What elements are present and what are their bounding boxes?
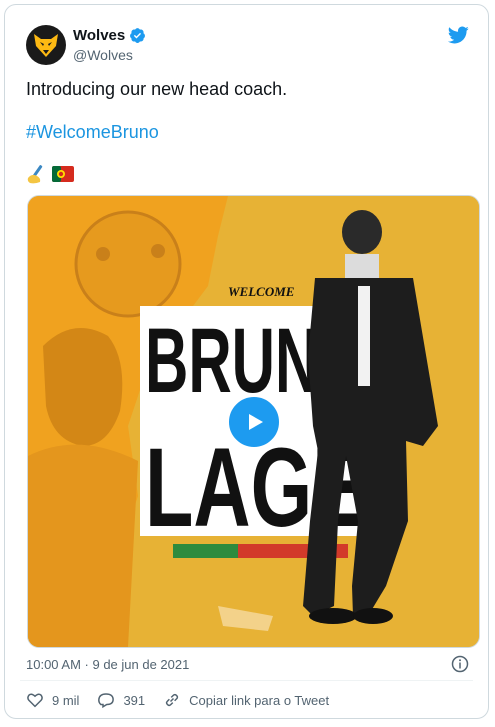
reply-count: 391 [123, 692, 146, 708]
copy-link-label: Copiar link para o Tweet [189, 692, 330, 708]
verified-badge-icon [130, 28, 146, 43]
heart-icon [27, 693, 43, 708]
tweet-timestamp[interactable]: 10:00 AM · 9 de jun de 2021 [26, 657, 189, 672]
copy-link-button[interactable]: Copiar link para o Tweet [163, 691, 329, 709]
reply-bubble-icon [98, 693, 115, 709]
account-name-row[interactable]: Wolves [73, 27, 146, 44]
play-icon [249, 414, 263, 430]
welcome-caption: WELCOME [228, 284, 295, 299]
like-count: 9 mil [52, 692, 80, 708]
account-name[interactable]: Wolves [73, 27, 125, 44]
divider [20, 680, 473, 681]
info-icon[interactable] [451, 655, 469, 673]
like-button[interactable]: 9 mil [26, 691, 79, 709]
account-handle[interactable]: @Wolves [73, 47, 133, 63]
hashtag-link[interactable]: #WelcomeBruno [26, 122, 159, 143]
play-button[interactable] [226, 394, 282, 450]
emoji-row [26, 163, 74, 185]
link-icon [165, 693, 179, 707]
tweet-card: Wolves @Wolves Introducing our new head … [4, 4, 489, 719]
twitter-bird-icon[interactable] [447, 24, 469, 46]
action-bar: 9 mil 391 Copiar link para o Tweet [26, 691, 347, 709]
portugal-flag-icon [52, 166, 74, 182]
welcome-label: WELCOME [228, 284, 295, 299]
wolves-avatar[interactable] [26, 25, 66, 65]
reply-button[interactable]: 391 [97, 691, 145, 709]
wolves-logo-icon [29, 28, 63, 62]
video-player[interactable]: WELCOME BRUNO LAGE [27, 195, 480, 648]
tweet-text: Introducing our new head coach. [26, 79, 288, 99]
writing-hand-icon [27, 165, 43, 184]
